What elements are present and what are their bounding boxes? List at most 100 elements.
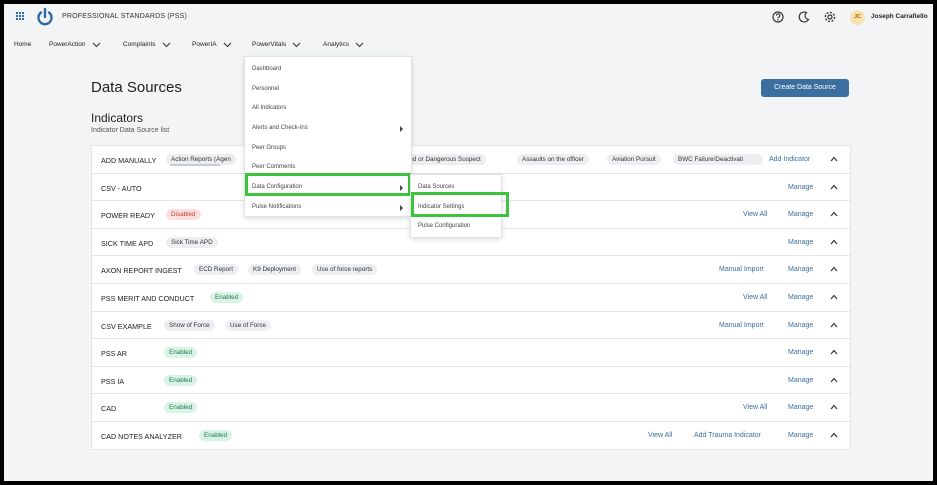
create-data-source-button[interactable]: Create Data Source	[761, 79, 849, 97]
row-name: PSS IA	[101, 376, 125, 386]
submenu-item-pulse-configuration[interactable]: Pulse Configuration	[418, 223, 470, 229]
table-row: CSV EXAMPLE Show of Force Use of Force M…	[92, 312, 850, 340]
chevron-up-icon[interactable]	[830, 156, 838, 162]
manage-link[interactable]: Manage	[788, 266, 813, 273]
nav-powervitals[interactable]: PowerVitals	[252, 41, 301, 48]
status-badge: Enabled	[199, 429, 233, 441]
chevron-down-icon	[223, 42, 231, 47]
chevron-up-icon[interactable]	[830, 184, 838, 190]
row-name: AXON REPORT INGEST	[101, 266, 182, 276]
row-name: PSS MERIT AND CONDUCT	[101, 293, 195, 303]
moon-icon[interactable]	[797, 10, 811, 24]
nav-poweria[interactable]: PowerIA	[192, 41, 232, 48]
status-badge: Enabled	[164, 402, 198, 414]
grid-icon[interactable]	[16, 12, 25, 21]
chip-scrollbar[interactable]	[170, 164, 220, 166]
manage-link[interactable]: Manage	[788, 184, 813, 191]
manual-import-link[interactable]: Manual Import	[719, 266, 764, 273]
submenu-item-data-sources[interactable]: Data Sources	[418, 184, 454, 190]
indicator-chip: ECD Report	[194, 264, 238, 276]
menu-item-peer-comments[interactable]: Peer Comments	[252, 164, 295, 170]
app-frame: PROFESSIONAL STANDARDS (PSS) JC Joseph C…	[4, 4, 933, 481]
table-row: ADD MANUALLY Action Reports (Agen rmed o…	[92, 146, 850, 174]
view-all-link[interactable]: View All	[648, 432, 672, 439]
menu-item-peer-groups[interactable]: Peer Groups	[252, 145, 286, 151]
row-name: CSV EXAMPLE	[101, 321, 152, 331]
row-name: SICK TIME APD	[101, 238, 154, 248]
chevron-up-icon[interactable]	[830, 404, 838, 410]
manage-link[interactable]: Manage	[788, 239, 813, 246]
manage-link[interactable]: Manage	[788, 377, 813, 384]
nav-label: PowerIA	[192, 41, 217, 48]
main-nav: Home PowerAction Complaints PowerIA Powe…	[4, 34, 933, 54]
chevron-up-icon[interactable]	[830, 377, 838, 383]
manage-link[interactable]: Manage	[788, 404, 813, 411]
row-name: CAD NOTES ANALYZER	[101, 431, 182, 441]
section-subtitle: Indicator Data Source list	[91, 127, 170, 134]
view-all-link[interactable]: View All	[743, 404, 767, 411]
indicator-chip: Assaults on the officer	[517, 154, 589, 165]
indicator-chip: Show of Force	[164, 319, 215, 331]
top-bar: PROFESSIONAL STANDARDS (PSS) JC Joseph C…	[4, 4, 933, 30]
table-row: CAD Enabled View All Manage	[92, 394, 850, 422]
highlight-indicator-settings	[411, 192, 509, 217]
chevron-up-icon[interactable]	[830, 266, 838, 272]
chevron-up-icon[interactable]	[830, 432, 838, 438]
chevron-up-icon[interactable]	[830, 239, 838, 245]
row-name: CAD	[101, 404, 117, 414]
gear-icon[interactable]	[823, 10, 837, 24]
brand-title: PROFESSIONAL STANDARDS (PSS)	[62, 13, 188, 20]
manage-link[interactable]: Manage	[788, 322, 813, 329]
nav-analytics[interactable]: Analytics	[323, 41, 364, 48]
row-name: CSV - AUTO	[101, 183, 142, 193]
status-badge: Disabled	[166, 209, 201, 221]
add-trauma-indicator-link[interactable]: Add Trauma Indicator	[694, 432, 761, 439]
table-row: PSS AR Enabled Manage	[92, 339, 850, 367]
chevron-up-icon[interactable]	[830, 349, 838, 355]
status-badge: Enabled	[164, 347, 198, 359]
chevron-up-icon[interactable]	[830, 322, 838, 328]
status-badge: Enabled	[164, 374, 198, 386]
nav-label: PowerAction	[49, 41, 86, 48]
nav-home[interactable]: Home	[14, 41, 31, 48]
manage-link[interactable]: Manage	[788, 211, 813, 218]
menu-item-pulse-notifications[interactable]: Pulse Notifications	[252, 204, 301, 210]
manage-link[interactable]: Manage	[788, 349, 813, 356]
indicator-chip: Aviation Pursuit	[607, 154, 661, 165]
manual-import-link[interactable]: Manual Import	[719, 322, 764, 329]
indicator-chip: Use of Force	[225, 319, 272, 331]
chevron-down-icon	[355, 42, 364, 47]
view-all-link[interactable]: View All	[743, 294, 767, 301]
page-title: Data Sources	[91, 79, 182, 96]
nav-complaints[interactable]: Complaints	[123, 41, 171, 48]
add-indicator-link[interactable]: Add Indicator	[769, 156, 810, 163]
caret-right-icon	[400, 126, 403, 132]
row-name: PSS AR	[101, 349, 127, 359]
nav-label: Complaints	[123, 41, 156, 48]
power-icon[interactable]	[35, 7, 55, 27]
avatar[interactable]: JC	[850, 10, 865, 25]
highlight-data-configuration	[245, 173, 411, 196]
manage-link[interactable]: Manage	[788, 432, 813, 439]
caret-right-icon	[400, 205, 403, 211]
nav-label: Home	[14, 41, 32, 48]
menu-item-personnel[interactable]: Personnel	[252, 86, 279, 92]
chevron-up-icon[interactable]	[830, 211, 838, 217]
nav-poweraction[interactable]: PowerAction	[49, 41, 101, 48]
user-name[interactable]: Joseph Carrafiello	[871, 13, 928, 20]
indicator-chip: BWC Failure/Deactivati	[673, 154, 763, 165]
menu-item-dashboard[interactable]: Dashboard	[252, 66, 281, 72]
manage-link[interactable]: Manage	[788, 294, 813, 301]
status-badge: Enabled	[210, 291, 244, 303]
indicator-chip: Use of force reports	[312, 264, 378, 276]
chevron-down-icon	[292, 42, 301, 47]
menu-item-all-indicators[interactable]: All Indicators	[252, 105, 286, 111]
table-row: PSS MERIT AND CONDUCT Enabled View All M…	[92, 284, 850, 312]
menu-item-alerts[interactable]: Alerts and Check-Ins	[252, 125, 308, 131]
indicator-chip: K9 Deployment	[248, 264, 302, 276]
nav-label: Analytics	[323, 41, 350, 48]
chevron-up-icon[interactable]	[830, 294, 838, 300]
view-all-link[interactable]: View All	[743, 211, 767, 218]
help-icon[interactable]	[771, 10, 785, 24]
indicator-chip: Sick Time APD	[166, 236, 218, 248]
